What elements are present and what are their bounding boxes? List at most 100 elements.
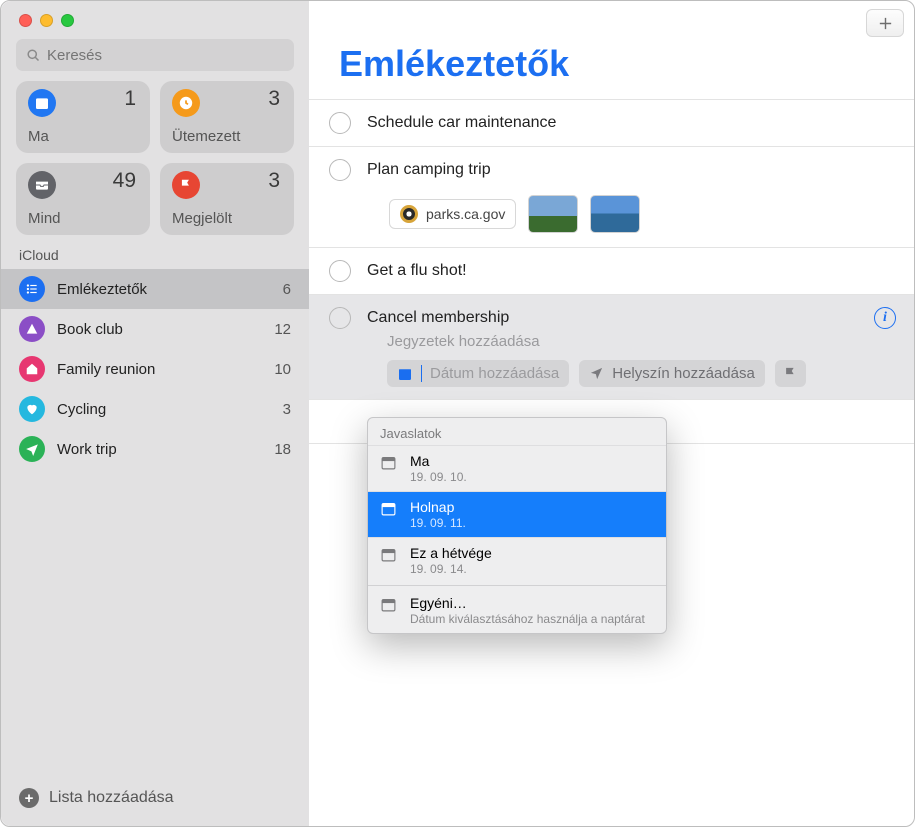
url-attachment-label: parks.ca.gov xyxy=(426,206,505,222)
tile-today-label: Ma xyxy=(28,128,49,145)
add-location-label: Helyszín hozzáadása xyxy=(612,365,755,382)
calendar-icon xyxy=(380,596,397,613)
reminder-item[interactable]: Schedule car maintenance xyxy=(309,99,914,146)
suggestion-weekend[interactable]: Ez a hétvége19. 09. 14. xyxy=(368,537,666,583)
add-date-chip[interactable]: Dátum hozzáadása xyxy=(387,360,569,387)
search-field[interactable] xyxy=(16,39,294,71)
list-count: 10 xyxy=(274,361,291,378)
tile-scheduled[interactable]: 3 Ütemezett xyxy=(160,81,294,153)
list-color-icon xyxy=(19,396,45,422)
reminder-item[interactable]: Get a flu shot! xyxy=(309,247,914,294)
list-title: Emlékeztetők xyxy=(309,39,914,99)
list-count: 18 xyxy=(274,441,291,458)
popover-header: Javaslatok xyxy=(368,418,666,445)
reminder-title[interactable]: Cancel membership xyxy=(367,309,898,327)
suggestion-date: 19. 09. 14. xyxy=(410,562,492,577)
calendar-icon xyxy=(380,546,397,563)
list-color-icon xyxy=(19,356,45,382)
close-window-button[interactable] xyxy=(19,14,32,27)
main-pane: Emlékeztetők Schedule car maintenance Pl… xyxy=(309,1,914,826)
image-attachment[interactable] xyxy=(590,195,640,233)
reminder-title[interactable]: Plan camping trip xyxy=(367,161,898,179)
tile-all-label: Mind xyxy=(28,210,61,227)
info-button[interactable]: i xyxy=(874,307,896,329)
suggestion-label: Ma xyxy=(410,452,467,470)
list-count: 12 xyxy=(274,321,291,338)
new-reminder-button[interactable] xyxy=(866,9,904,37)
add-flag-chip[interactable] xyxy=(775,360,806,387)
complete-checkbox[interactable] xyxy=(329,112,351,134)
suggestion-label: Ez a hétvége xyxy=(410,544,492,562)
list-color-icon xyxy=(19,316,45,342)
calendar-icon xyxy=(397,366,413,382)
list-color-icon xyxy=(19,276,45,302)
search-input[interactable] xyxy=(47,47,284,64)
suggestion-date: 19. 09. 10. xyxy=(410,470,467,485)
location-icon xyxy=(589,366,604,381)
smart-list-tiles: 1 Ma 3 Ütemezett 49 Mind xyxy=(1,81,309,247)
fullscreen-window-button[interactable] xyxy=(61,14,74,27)
list-color-icon xyxy=(19,436,45,462)
search-icon xyxy=(26,48,41,63)
list-name: Family reunion xyxy=(57,361,262,378)
tile-scheduled-count: 3 xyxy=(268,87,280,111)
sidebar-list-item[interactable]: Book club 12 xyxy=(1,309,309,349)
reminder-item[interactable]: Plan camping trip parks.ca.gov xyxy=(309,146,914,247)
reminder-attachments: parks.ca.gov xyxy=(329,193,898,247)
suggestion-label: Holnap xyxy=(410,498,466,516)
calendar-icon xyxy=(380,500,397,517)
list-name: Work trip xyxy=(57,441,262,458)
tray-icon xyxy=(28,171,56,199)
suggestion-sub: Dátum kiválasztásához használja a naptár… xyxy=(410,612,645,627)
favicon-icon xyxy=(400,205,418,223)
plus-icon xyxy=(877,15,894,32)
add-list-label: Lista hozzáadása xyxy=(49,789,174,807)
suggestion-tomorrow[interactable]: Holnap19. 09. 11. xyxy=(368,491,666,537)
tile-flagged-label: Megjelölt xyxy=(172,210,232,227)
image-attachment[interactable] xyxy=(528,195,578,233)
flag-icon xyxy=(783,366,798,381)
flag-icon xyxy=(172,171,200,199)
list-name: Cycling xyxy=(57,401,271,418)
tile-all[interactable]: 49 Mind xyxy=(16,163,150,235)
notes-placeholder[interactable]: Jegyzetek hozzáadása xyxy=(329,331,898,360)
add-list-button[interactable]: + Lista hozzáadása xyxy=(1,774,309,826)
list-name: Book club xyxy=(57,321,262,338)
tile-scheduled-label: Ütemezett xyxy=(172,128,240,145)
suggestion-custom[interactable]: Egyéni…Dátum kiválasztásához használja a… xyxy=(368,588,666,633)
tile-today-count: 1 xyxy=(124,87,136,111)
url-attachment[interactable]: parks.ca.gov xyxy=(389,199,516,229)
sidebar-section-header[interactable]: iCloud xyxy=(1,247,309,269)
calendar-icon xyxy=(380,454,397,471)
sidebar-list-item[interactable]: Emlékeztetők 6 xyxy=(1,269,309,309)
list-count: 6 xyxy=(283,281,291,298)
add-location-chip[interactable]: Helyszín hozzáadása xyxy=(579,360,765,387)
calendar-today-icon xyxy=(28,89,56,117)
sidebar-list-item[interactable]: Work trip 18 xyxy=(1,429,309,469)
tile-all-count: 49 xyxy=(113,169,136,193)
reminder-title[interactable]: Schedule car maintenance xyxy=(367,114,898,132)
suggestion-label: Egyéni… xyxy=(410,594,645,612)
list-name: Emlékeztetők xyxy=(57,281,271,298)
plus-circle-icon: + xyxy=(19,788,39,808)
complete-checkbox[interactable] xyxy=(329,307,351,329)
reminder-item-editing[interactable]: i Cancel membership Jegyzetek hozzáadása… xyxy=(309,294,914,399)
tile-flagged-count: 3 xyxy=(268,169,280,193)
sidebar-list-item[interactable]: Family reunion 10 xyxy=(1,349,309,389)
date-suggestions-popover: Javaslatok Ma19. 09. 10. Holnap19. 09. 1… xyxy=(367,417,667,634)
window-controls xyxy=(1,1,309,39)
complete-checkbox[interactable] xyxy=(329,159,351,181)
suggestion-date: 19. 09. 11. xyxy=(410,516,466,531)
sidebar-list-item[interactable]: Cycling 3 xyxy=(1,389,309,429)
add-date-label: Dátum hozzáadása xyxy=(430,365,559,382)
app-window: 1 Ma 3 Ütemezett 49 Mind xyxy=(0,0,915,827)
list-count: 3 xyxy=(283,401,291,418)
sidebar-lists: Emlékeztetők 6 Book club 12 Family reunion 10… xyxy=(1,269,309,774)
suggestion-today[interactable]: Ma19. 09. 10. xyxy=(368,445,666,491)
clock-icon xyxy=(172,89,200,117)
reminder-title[interactable]: Get a flu shot! xyxy=(367,262,898,280)
tile-flagged[interactable]: 3 Megjelölt xyxy=(160,163,294,235)
tile-today[interactable]: 1 Ma xyxy=(16,81,150,153)
minimize-window-button[interactable] xyxy=(40,14,53,27)
complete-checkbox[interactable] xyxy=(329,260,351,282)
